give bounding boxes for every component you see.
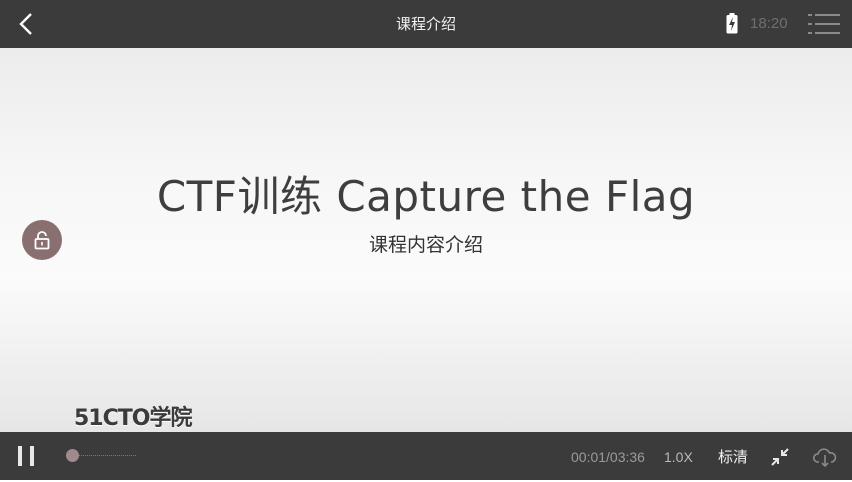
- page-title: 课程介绍: [0, 0, 852, 48]
- lock-icon: [32, 230, 52, 250]
- progress-knob[interactable]: [66, 449, 79, 462]
- progress-track: [74, 455, 136, 457]
- watermark-logo: 51CTO学院: [74, 400, 191, 432]
- collapse-icon[interactable]: [770, 447, 790, 467]
- slide-headline: CTF训练 Capture the Flag: [0, 163, 852, 224]
- download-icon[interactable]: [813, 446, 837, 468]
- status-time: 18:20: [750, 0, 788, 48]
- progress-slider[interactable]: [66, 446, 138, 466]
- player-controls: 00:01/03:36 1.0X 标清: [0, 432, 852, 480]
- pause-button[interactable]: [16, 444, 38, 468]
- playback-time: 00:01/03:36: [571, 432, 645, 480]
- screen-lock-button[interactable]: [22, 220, 62, 260]
- menu-list-icon[interactable]: [808, 12, 840, 36]
- video-area[interactable]: CTF训练 Capture the Flag 课程内容介绍 51CTO学院: [0, 48, 852, 432]
- pause-icon: [30, 446, 34, 466]
- top-bar: 课程介绍 18:20: [0, 0, 852, 48]
- speed-button[interactable]: 1.0X: [664, 432, 693, 480]
- quality-button[interactable]: 标清: [718, 432, 748, 480]
- pause-icon: [18, 446, 22, 466]
- battery-charging-icon: [726, 13, 738, 34]
- slide-subheadline: 课程内容介绍: [0, 230, 852, 257]
